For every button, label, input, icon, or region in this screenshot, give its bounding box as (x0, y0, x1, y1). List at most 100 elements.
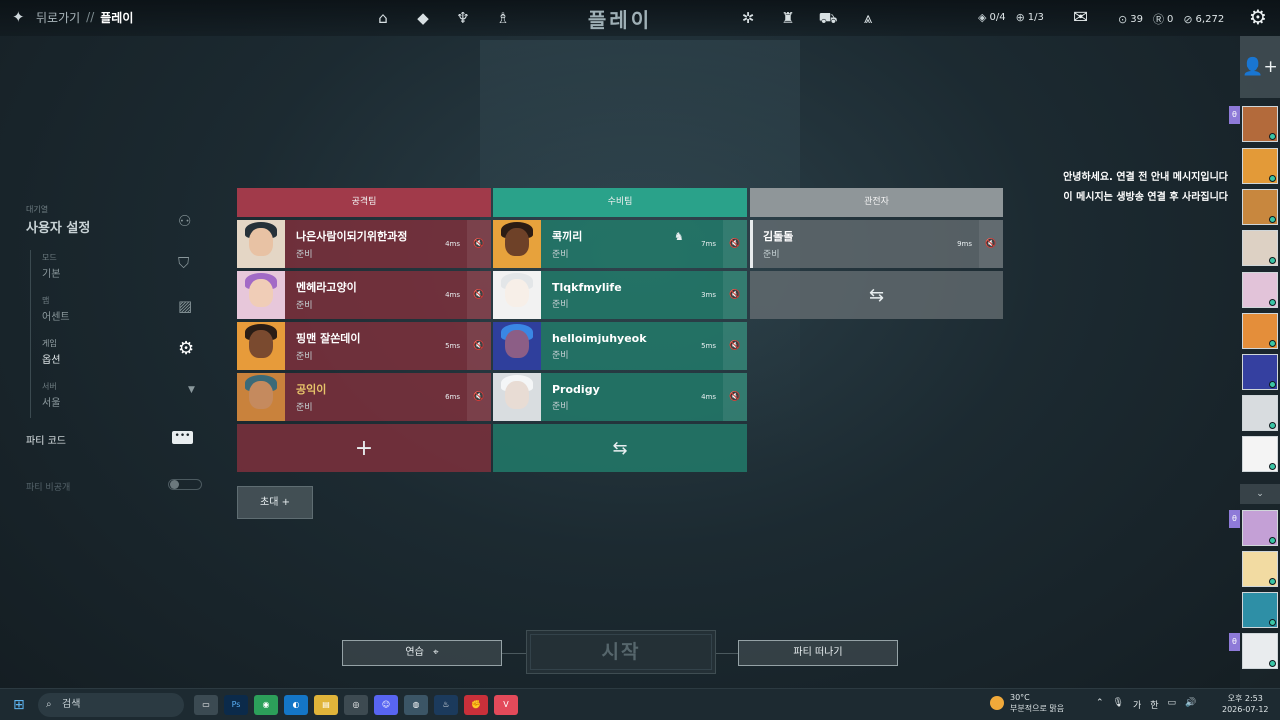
steam-icon[interactable]: ♨ (434, 695, 458, 715)
party-code-button[interactable]: ••• (172, 431, 193, 444)
player-row[interactable]: 콕끼리 준비 ♞ 7ms 🔇 (493, 220, 747, 268)
career-icon[interactable]: ♆ (453, 8, 473, 28)
settings-gear-icon[interactable]: ⚙ (1249, 5, 1267, 29)
mute-speaker-icon[interactable]: 🔇 (467, 271, 491, 319)
mode-icon[interactable]: ⛉ (178, 254, 189, 272)
mute-speaker-icon[interactable]: 🔇 (467, 322, 491, 370)
mute-speaker-icon[interactable]: 🔇 (723, 322, 747, 370)
task-view-icon[interactable]: ▭ (194, 695, 218, 715)
attack-team-header[interactable]: 공격팀 (237, 188, 491, 217)
option-game[interactable]: 게임 옵션 (42, 338, 60, 366)
battlepass-icon[interactable]: ♗ (493, 8, 513, 28)
volume-icon[interactable]: 🔊 (1185, 698, 1196, 711)
friend-avatar[interactable] (1242, 436, 1278, 472)
friend-avatar[interactable] (1242, 395, 1278, 431)
tray-chevron-icon[interactable]: ⌃ (1096, 698, 1104, 711)
vp-icon: ⊙ (1118, 12, 1128, 26)
friend-avatar[interactable] (1242, 510, 1278, 546)
player-row[interactable]: Tlqkfmylife 준비 3ms 🔇 (493, 271, 747, 319)
friend-avatar[interactable] (1242, 272, 1278, 308)
ime-mode[interactable]: 가 (1133, 698, 1141, 711)
windows-start-icon[interactable]: ⊞ (13, 697, 25, 713)
riot-client-icon[interactable]: ✊ (464, 695, 488, 715)
player-ping: 4ms (445, 240, 460, 248)
edge-icon[interactable]: ◐ (284, 695, 308, 715)
option-map[interactable]: 맵 어센트 (42, 295, 70, 323)
file-explorer-icon[interactable]: ▤ (314, 695, 338, 715)
friend-avatar[interactable] (1242, 354, 1278, 390)
valorant-icon[interactable]: V (494, 695, 518, 715)
defend-team-header[interactable]: 수비팀 (493, 188, 747, 217)
player-row[interactable]: 김돌돌 준비 9ms 🔇 (750, 220, 1003, 268)
option-server[interactable]: 서버 서울 (42, 381, 60, 409)
friend-avatar[interactable] (1242, 230, 1278, 266)
obs-icon[interactable]: ◎ (344, 695, 368, 715)
currency-group[interactable]: ⊙ 39 Ⓡ 0 ⊘ 6,272 (1118, 11, 1224, 27)
start-button[interactable]: 시작 (526, 630, 716, 674)
map-icon[interactable]: ▨ (178, 297, 192, 315)
mute-speaker-icon[interactable]: 🔇 (723, 220, 747, 268)
taskbar-clock[interactable]: 오후 2:53 2026-07-12 (1222, 693, 1269, 715)
spectator-header[interactable]: 관전자 (750, 188, 1003, 217)
player-row[interactable]: 나은사람이되기위한과정 준비 4ms 🔇 (237, 220, 491, 268)
network-icon[interactable]: ▭ (1168, 698, 1177, 711)
player-row[interactable]: 핑맨 잘쏜데이 준비 5ms 🔇 (237, 322, 491, 370)
friend-avatar[interactable] (1242, 551, 1278, 587)
browser-icon[interactable]: ◉ (254, 695, 278, 715)
mute-speaker-icon[interactable]: 🔇 (723, 271, 747, 319)
mute-speaker-icon[interactable]: 🔇 (723, 373, 747, 421)
page-title[interactable]: 플레이 (540, 4, 700, 33)
discord-icon[interactable]: ☺ (374, 695, 398, 715)
user-settings-icon[interactable]: ⚇ (178, 212, 191, 230)
leave-party-button[interactable]: 파티 떠나기 (738, 640, 898, 666)
mute-speaker-icon[interactable]: 🔇 (979, 220, 1003, 268)
collapse-chevron-icon[interactable]: ⌄ (1240, 484, 1280, 504)
ime-language[interactable]: 한 (1150, 698, 1158, 711)
option-game-value: 옵션 (42, 355, 61, 366)
mute-speaker-icon[interactable]: 🔇 (467, 220, 491, 268)
taskbar-search[interactable]: ⌕ 검색 (38, 693, 184, 717)
weather-sun-icon (990, 696, 1004, 710)
microphone-icon[interactable]: 🎙 (1113, 698, 1124, 711)
agents-icon[interactable]: ◆ (413, 8, 433, 28)
option-mode[interactable]: 모드 기본 (42, 252, 60, 280)
friend-avatar[interactable] (1242, 106, 1278, 142)
weather-widget[interactable]: 30°C 부분적으로 맑음 (990, 692, 1064, 714)
back-label[interactable]: 뒤로가기 (36, 9, 80, 26)
photoshop-icon[interactable]: Ps (224, 695, 248, 715)
invite-button[interactable]: 초대 + (237, 486, 313, 519)
home-icon[interactable]: ⌂ (373, 8, 393, 28)
mail-icon[interactable]: ✉ (1073, 7, 1088, 28)
nav-right-group: ✲ ♜ ⛟ ⩓ (738, 8, 878, 28)
swap-team-arrows-icon[interactable]: ⇆ (493, 424, 747, 472)
practice-button[interactable]: 연습 ⌖ (342, 640, 502, 666)
friend-avatar[interactable] (1242, 592, 1278, 628)
profile-icon[interactable]: ♜ (778, 8, 798, 28)
friend-avatar[interactable] (1242, 148, 1278, 184)
player-row[interactable]: 공익이 준비 6ms 🔇 (237, 373, 491, 421)
party-private-toggle[interactable] (168, 479, 202, 490)
add-friend-icon[interactable]: 👤+ (1240, 36, 1280, 98)
missions-status[interactable]: ◈ 0/4 ⊕ 1/3 (978, 11, 1044, 24)
mute-speaker-icon[interactable]: 🔇 (467, 373, 491, 421)
collection-icon[interactable]: ✲ (738, 8, 758, 28)
friend-avatar[interactable] (1242, 313, 1278, 349)
back-navigation[interactable]: ✦ 뒤로가기 // 플레이 (12, 8, 133, 26)
player-row[interactable]: helloimjuhyeok 준비 5ms 🔇 (493, 322, 747, 370)
player-row[interactable]: 멘헤라고양이 준비 4ms 🔇 (237, 271, 491, 319)
player-row[interactable]: Prodigy 준비 4ms 🔇 (493, 373, 747, 421)
add-player-plus-icon[interactable]: + (237, 424, 491, 472)
player-ping: 6ms (445, 393, 460, 401)
swap-spectator-arrows-icon[interactable]: ⇆ (750, 271, 1003, 319)
button-connector-right (716, 653, 738, 654)
game-options-gear-icon[interactable]: ⚙ (178, 338, 194, 359)
rank-icon[interactable]: ⩓ (858, 8, 878, 28)
friend-avatar[interactable] (1242, 189, 1278, 225)
server-dropdown-chevron-icon[interactable]: ▼ (188, 385, 195, 395)
friend-avatar[interactable] (1242, 633, 1278, 669)
button-connector-left (502, 653, 526, 654)
store-icon[interactable]: ⛟ (818, 8, 838, 28)
nav-left-group: ⌂ ◆ ♆ ♗ (373, 8, 513, 28)
chrome-icon[interactable]: ◍ (404, 695, 428, 715)
player-status: 준비 (296, 250, 313, 260)
